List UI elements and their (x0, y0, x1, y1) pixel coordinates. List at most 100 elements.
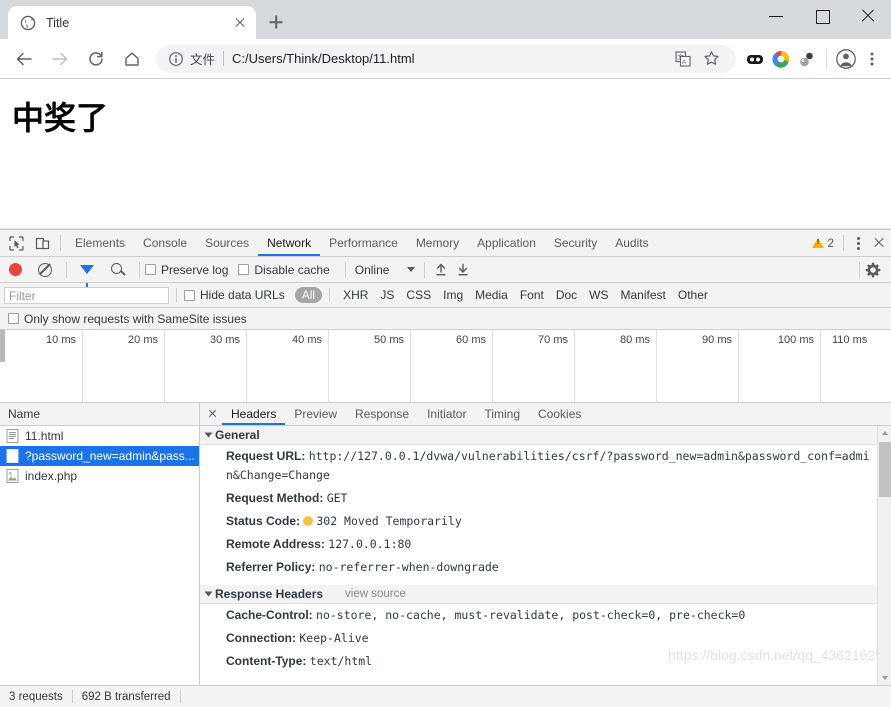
view-source-link[interactable]: view source (345, 588, 406, 600)
inspect-element-icon[interactable] (3, 231, 29, 255)
filter-type-js[interactable]: JS (374, 288, 400, 302)
scroll-down-icon[interactable] (878, 671, 891, 685)
tab-sources[interactable]: Sources (196, 230, 258, 256)
home-icon[interactable] (117, 44, 147, 74)
detail-tab-cookies[interactable]: Cookies (529, 403, 590, 425)
back-arrow-icon[interactable] (9, 44, 39, 74)
disable-cache-checkbox[interactable]: Disable cache (238, 263, 330, 277)
filter-type-all[interactable]: All (294, 287, 323, 303)
kebab-menu-icon[interactable] (849, 233, 867, 253)
filter-type-xhr[interactable]: XHR (337, 288, 374, 302)
browser-toolbar: 文件 C:/Users/Think/Desktop/11.html 文 A (0, 39, 891, 79)
request-name: ?password_new=admin&pass... (25, 449, 195, 463)
extension-grey-icon[interactable] (794, 46, 820, 72)
preserve-log-checkbox[interactable]: Preserve log (145, 263, 228, 277)
network-overview[interactable]: 10 ms 20 ms 30 ms 40 ms 50 ms 60 ms 70 m… (0, 330, 891, 403)
overview-tick-label: 100 ms (777, 334, 814, 346)
profile-avatar-icon[interactable] (833, 46, 859, 72)
scrollbar-thumb[interactable] (879, 442, 891, 497)
window-close-icon[interactable] (845, 0, 891, 32)
new-tab-button[interactable] (262, 8, 290, 36)
clear-icon[interactable] (38, 262, 52, 277)
tab-application[interactable]: Application (468, 230, 545, 256)
browser-tab[interactable]: Title (8, 6, 256, 39)
detail-scrollbar[interactable] (877, 426, 891, 685)
detail-tab-initiator[interactable]: Initiator (418, 403, 475, 425)
record-icon[interactable] (9, 263, 22, 276)
samesite-checkbox[interactable]: Only show requests with SameSite issues (8, 312, 247, 326)
chrome-menu-icon[interactable] (859, 46, 885, 72)
header-value: GET (326, 491, 348, 505)
overview-tick-label: 90 ms (702, 334, 732, 346)
header-item: Status Code: 302 Moved Temporarily (200, 510, 891, 533)
scroll-up-icon[interactable] (878, 426, 891, 440)
extension-rainbow-icon[interactable] (768, 46, 794, 72)
search-icon[interactable] (110, 262, 126, 278)
tab-elements[interactable]: Elements (66, 230, 134, 256)
import-har-icon[interactable] (430, 260, 452, 280)
header-value: 302 Moved Temporarily (316, 514, 462, 528)
general-section-header[interactable]: General (200, 426, 891, 445)
tab-memory[interactable]: Memory (407, 230, 468, 256)
translate-icon[interactable]: 文 A (670, 46, 696, 72)
device-toolbar-icon[interactable] (29, 231, 55, 255)
filter-input[interactable]: Filter (4, 286, 169, 304)
warning-badge[interactable]: 2 (812, 236, 838, 250)
filter-funnel-icon[interactable] (80, 265, 94, 287)
export-har-icon[interactable] (452, 260, 474, 280)
detail-close-icon[interactable] (202, 403, 222, 425)
tab-close-icon[interactable] (232, 15, 248, 31)
detail-tab-timing[interactable]: Timing (475, 403, 529, 425)
detail-tab-response[interactable]: Response (346, 403, 418, 425)
filter-type-media[interactable]: Media (469, 288, 514, 302)
bookmark-star-icon[interactable] (698, 46, 724, 72)
filter-type-manifest[interactable]: Manifest (615, 288, 672, 302)
filter-type-img[interactable]: Img (437, 288, 469, 302)
chevron-down-icon (407, 267, 416, 272)
reload-icon[interactable] (81, 44, 111, 74)
forward-arrow-icon[interactable] (45, 44, 75, 74)
hide-data-urls-checkbox[interactable]: Hide data URLs (184, 288, 285, 302)
general-section-title: General (215, 428, 260, 442)
response-headers-section-header[interactable]: Response Headers view source (200, 585, 891, 604)
tab-performance[interactable]: Performance (320, 230, 407, 256)
page-heading: 中奖了 (12, 99, 109, 137)
extension-dark-icon[interactable] (742, 46, 768, 72)
toolbar-divider (826, 48, 827, 69)
page-viewport: 中奖了 (0, 79, 891, 229)
net-divider-3 (344, 261, 346, 278)
gear-icon[interactable] (865, 262, 881, 278)
window-controls (753, 0, 891, 32)
address-bar[interactable]: 文件 C:/Users/Think/Desktop/11.html 文 A (156, 44, 736, 73)
header-value: no-referrer-when-downgrade (318, 560, 499, 574)
tab-console[interactable]: Console (134, 230, 196, 256)
tab-security[interactable]: Security (545, 230, 606, 256)
net-divider-2 (139, 261, 140, 278)
table-row[interactable]: 11.html (0, 426, 199, 446)
preserve-log-label: Preserve log (161, 262, 229, 277)
overview-tick-label: 30 ms (210, 334, 240, 346)
detail-tab-preview[interactable]: Preview (285, 403, 346, 425)
overview-tick-label: 80 ms (620, 334, 650, 346)
chevron-down-icon (204, 591, 213, 597)
table-row[interactable]: ?password_new=admin&pass... (0, 446, 199, 466)
header-item: Connection: Keep-Alive (200, 627, 891, 650)
header-item: Request Method: GET (200, 487, 891, 510)
devtools-close-icon[interactable] (867, 232, 891, 254)
detail-tab-headers[interactable]: Headers (222, 403, 285, 425)
filter-type-css[interactable]: CSS (400, 288, 437, 302)
filter-type-ws[interactable]: WS (583, 288, 614, 302)
tab-audits[interactable]: Audits (606, 230, 657, 256)
filter-type-other[interactable]: Other (672, 288, 714, 302)
throttling-select[interactable]: Online (355, 263, 416, 277)
samesite-filter-row: Only show requests with SameSite issues (0, 308, 891, 330)
browser-window: Title 文件 C:/Users/Think/Desktop/11.html … (0, 0, 891, 707)
maximize-icon[interactable] (799, 0, 845, 32)
minimize-icon[interactable] (753, 0, 799, 32)
table-row[interactable]: index.php (0, 466, 199, 486)
header-item: Remote Address: 127.0.0.1:80 (200, 533, 891, 556)
filter-type-font[interactable]: Font (514, 288, 550, 302)
tab-network[interactable]: Network (258, 230, 320, 256)
checkbox-box (238, 264, 250, 275)
filter-type-doc[interactable]: Doc (550, 288, 583, 302)
